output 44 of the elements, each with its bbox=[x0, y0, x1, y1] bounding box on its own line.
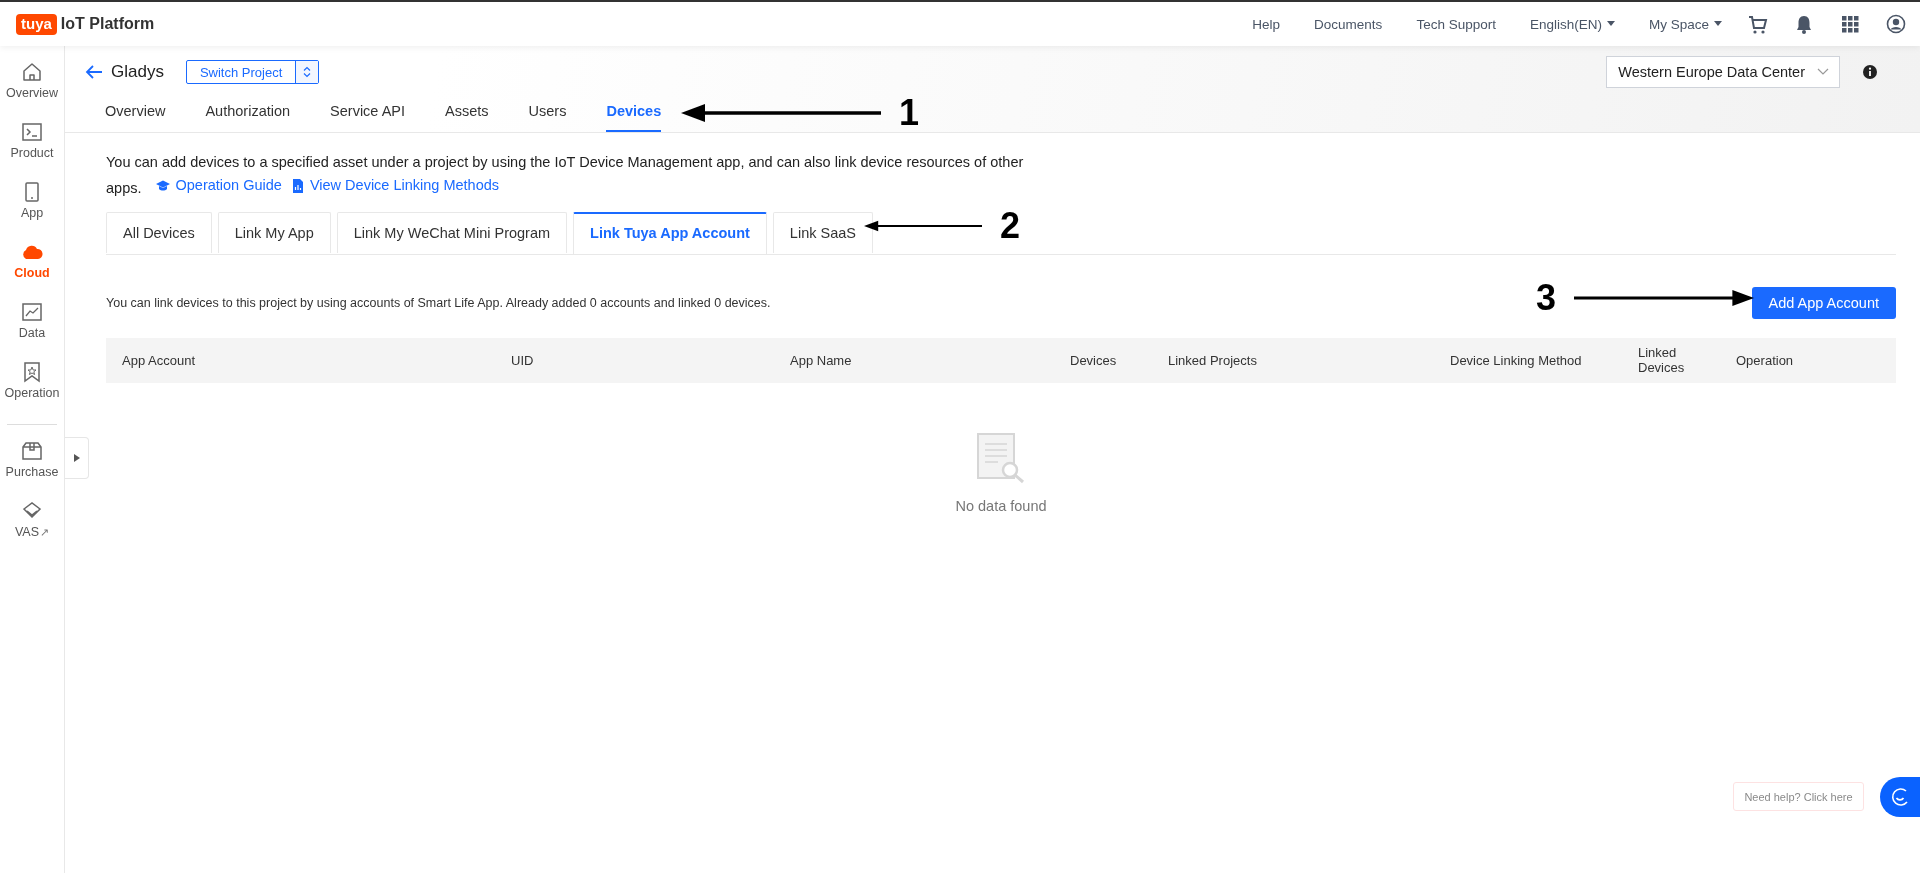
column-header[interactable]: Operation bbox=[1720, 352, 1896, 368]
link[interactable]: View Device Linking Methods bbox=[291, 174, 500, 197]
nav-tab[interactable]: Users bbox=[528, 94, 567, 132]
sidebar-item[interactable]: App bbox=[20, 180, 44, 240]
tab[interactable]: Link Tuya App Account bbox=[573, 211, 767, 254]
column-header[interactable]: Device Linking Method bbox=[1434, 352, 1622, 368]
data-center-select[interactable]: Western Europe Data Center bbox=[1606, 56, 1840, 88]
switch-project-control[interactable]: Switch Project bbox=[185, 60, 320, 84]
sidebar-item[interactable]: VAS↗ bbox=[14, 499, 50, 559]
nav-tab[interactable]: Overview bbox=[105, 94, 166, 132]
nav-tab[interactable]: Devices bbox=[606, 94, 662, 132]
sidebar-item[interactable]: Overview bbox=[5, 60, 59, 120]
nav-tab[interactable]: Authorization bbox=[205, 94, 291, 132]
dropdown-menu[interactable]: My Space bbox=[1648, 16, 1722, 32]
help-button[interactable]: Need help? Click here bbox=[1733, 782, 1864, 811]
tab[interactable]: Link My WeChat Mini Program bbox=[336, 211, 568, 253]
annotation-number: 3 bbox=[1536, 280, 1557, 316]
sidebar-item[interactable]: Product bbox=[10, 120, 54, 180]
info-text: You can link devices to this project by using accounts of Smart Life App. Already added 0 accounts and linked 0 devices. bbox=[106, 295, 771, 310]
nav-link[interactable]: Help bbox=[1252, 16, 1281, 32]
column-header[interactable]: Linked Projects bbox=[1152, 352, 1434, 368]
annotation-number: 2 bbox=[1000, 208, 1021, 244]
empty-state-text: No data found bbox=[955, 497, 1047, 514]
description-text: You can add devices to a specified asset under a project by using the IoT Device Management app, and can also link device resources of other apps. Operation Guide View Device Linking Methods bbox=[106, 153, 1025, 199]
sidebar-item[interactable]: Data bbox=[18, 300, 46, 360]
annotation-number: 1 bbox=[899, 95, 920, 131]
column-header[interactable]: App Account bbox=[106, 352, 495, 368]
column-header[interactable]: Linked Devices bbox=[1622, 345, 1720, 375]
nav-tab[interactable]: Service API bbox=[330, 94, 406, 132]
tab[interactable]: All Devices bbox=[106, 211, 212, 253]
dropdown-menu[interactable]: English(EN) bbox=[1529, 16, 1615, 32]
nav-link[interactable]: Tech Support bbox=[1416, 16, 1496, 32]
platform-title: IoT Platform bbox=[60, 15, 155, 33]
link[interactable]: Operation Guide bbox=[155, 174, 282, 197]
column-header[interactable]: Devices bbox=[1054, 352, 1152, 368]
sidebar-item[interactable]: Operation bbox=[4, 360, 60, 420]
nav-link[interactable]: Documents bbox=[1314, 16, 1383, 32]
add-app-account-button[interactable]: Add App Account bbox=[1751, 286, 1896, 319]
column-header[interactable]: UID bbox=[495, 352, 774, 368]
project-name: Gladys bbox=[111, 62, 164, 82]
tab[interactable]: Link My App bbox=[217, 211, 331, 253]
nav-tab[interactable]: Assets bbox=[445, 94, 489, 132]
sidebar-item[interactable]: Purchase bbox=[5, 439, 59, 499]
column-header[interactable]: App Name bbox=[774, 352, 1054, 368]
